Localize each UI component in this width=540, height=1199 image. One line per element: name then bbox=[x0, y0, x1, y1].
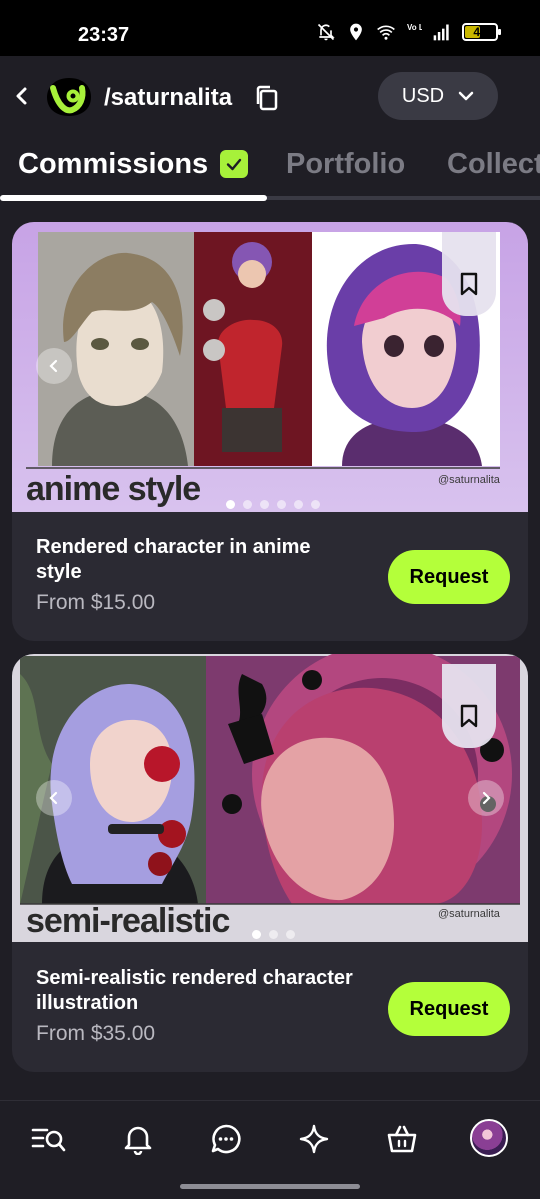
bookmark-icon bbox=[460, 272, 478, 296]
commission-gallery[interactable]: anime style @saturnalita bbox=[12, 222, 528, 512]
tab-commissions-label: Commissions bbox=[18, 148, 209, 180]
commission-info: Semi-realistic rendered character illust… bbox=[36, 966, 356, 1046]
gallery-prev-button[interactable] bbox=[36, 780, 72, 816]
gallery-credit: @saturnalita bbox=[438, 908, 500, 920]
status-bar: 23:37 Vo LTE 49 bbox=[0, 0, 540, 56]
app-logo[interactable] bbox=[46, 76, 92, 118]
commission-title: Rendered character in anime style bbox=[36, 536, 311, 583]
tab-indicator bbox=[0, 195, 267, 201]
chevron-down-icon bbox=[458, 91, 474, 101]
gallery-credit: @saturnalita bbox=[438, 474, 500, 486]
gallery-dot[interactable] bbox=[277, 500, 286, 509]
tab-collect-label: Collect bbox=[447, 148, 540, 180]
chevron-left-icon bbox=[16, 87, 27, 105]
commission-price: From $15.00 bbox=[36, 591, 156, 614]
bookmark-button[interactable] bbox=[442, 232, 496, 316]
status-time: 23:37 bbox=[78, 24, 130, 46]
profile-tabs: Commissions Portfolio Collect bbox=[0, 140, 540, 204]
verified-badge bbox=[220, 150, 248, 178]
wifi-icon bbox=[377, 25, 395, 40]
signal-icon bbox=[433, 24, 449, 41]
home-indicator bbox=[180, 1184, 360, 1189]
currency-selector[interactable]: USD bbox=[378, 72, 498, 120]
status-icons: Vo LTE 49 bbox=[316, 22, 501, 42]
mute-icon bbox=[317, 23, 335, 41]
bookmark-button[interactable] bbox=[442, 664, 496, 748]
request-button[interactable]: Request bbox=[388, 982, 510, 1036]
battery-icon: 49 bbox=[462, 23, 501, 41]
bell-icon bbox=[124, 1126, 152, 1155]
volte-icon: Vo LTE bbox=[407, 23, 422, 32]
gallery-next-button[interactable] bbox=[468, 780, 504, 816]
tab-commissions[interactable]: Commissions bbox=[18, 148, 208, 181]
chat-icon bbox=[211, 1124, 241, 1154]
gallery-dots bbox=[252, 930, 295, 939]
gallery-dot[interactable] bbox=[294, 500, 303, 509]
back-button[interactable] bbox=[10, 78, 34, 114]
avatar[interactable] bbox=[470, 1119, 508, 1157]
nav-cart[interactable] bbox=[382, 1119, 422, 1159]
commission-card[interactable]: semi-realistic @saturnalita Semi-realist… bbox=[12, 654, 528, 1072]
tab-portfolio-label: Portfolio bbox=[286, 148, 406, 180]
sparkle-icon bbox=[299, 1124, 329, 1154]
gallery-dot[interactable] bbox=[243, 500, 252, 509]
gallery-dot[interactable] bbox=[311, 500, 320, 509]
request-button[interactable]: Request bbox=[388, 550, 510, 604]
chevron-left-icon bbox=[49, 791, 58, 805]
app-screen: /saturnalita USD Commissions Portfolio C… bbox=[0, 56, 540, 1199]
gallery-dot[interactable] bbox=[260, 500, 269, 509]
svg-text:Vo LTE: Vo LTE bbox=[407, 23, 422, 32]
tab-collect[interactable]: Collect bbox=[447, 148, 540, 181]
tab-portfolio[interactable]: Portfolio bbox=[286, 148, 405, 181]
gallery-dot[interactable] bbox=[226, 500, 235, 509]
location-icon bbox=[350, 23, 362, 41]
check-icon bbox=[226, 158, 242, 171]
gallery-caption: anime style bbox=[26, 470, 201, 508]
chevron-left-icon bbox=[49, 359, 58, 373]
gallery-dots bbox=[226, 500, 320, 509]
gallery-dot[interactable] bbox=[269, 930, 278, 939]
bookmark-icon bbox=[460, 704, 478, 728]
nav-explore[interactable] bbox=[294, 1119, 334, 1159]
top-bar: /saturnalita USD bbox=[0, 56, 540, 138]
commission-card[interactable]: anime style @saturnalita Rendered charac… bbox=[12, 222, 528, 641]
basket-icon bbox=[387, 1125, 417, 1153]
commission-price: From $35.00 bbox=[36, 1022, 156, 1045]
search-list-icon bbox=[31, 1128, 66, 1152]
profile-handle: /saturnalita bbox=[104, 84, 233, 111]
bottom-nav bbox=[0, 1100, 540, 1179]
nav-browse[interactable] bbox=[29, 1119, 69, 1159]
gallery-dot[interactable] bbox=[252, 930, 261, 939]
gallery-prev-button[interactable] bbox=[36, 348, 72, 384]
commission-info: Rendered character in anime style From $… bbox=[36, 535, 356, 615]
nav-notifications[interactable] bbox=[118, 1119, 158, 1159]
currency-label: USD bbox=[401, 84, 445, 107]
copy-icon[interactable] bbox=[254, 84, 280, 112]
gallery-dot[interactable] bbox=[286, 930, 295, 939]
chevron-right-icon bbox=[482, 791, 491, 805]
commission-title: Semi-realistic rendered character illust… bbox=[36, 967, 353, 1014]
commission-gallery[interactable]: semi-realistic @saturnalita bbox=[12, 654, 528, 942]
battery-level: 49 bbox=[473, 25, 487, 39]
nav-messages[interactable] bbox=[206, 1119, 246, 1159]
gallery-caption: semi-realistic bbox=[26, 902, 230, 940]
